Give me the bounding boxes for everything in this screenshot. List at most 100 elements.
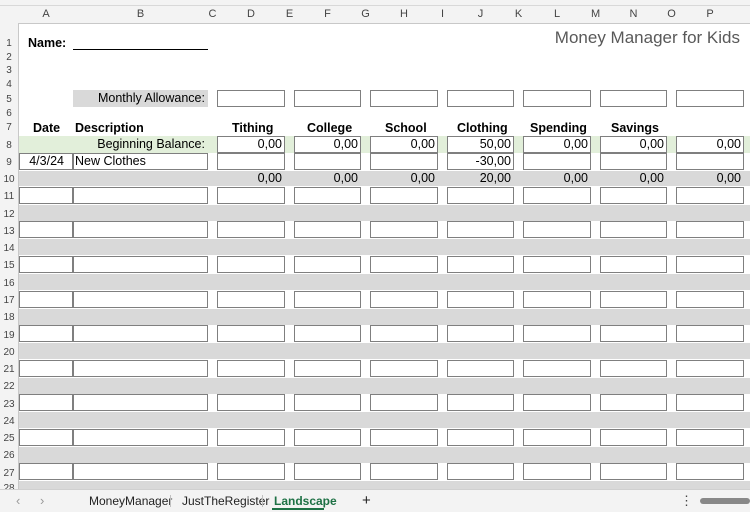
allowance-clothing-input[interactable] [447, 90, 514, 107]
column-header-c[interactable]: C [208, 6, 217, 23]
entry-cell[interactable] [217, 360, 285, 377]
row-header[interactable]: 18 [0, 313, 18, 323]
horizontal-scrollbar[interactable] [700, 498, 750, 504]
row-header[interactable]: 12 [0, 210, 18, 220]
entry-cell[interactable] [447, 325, 514, 342]
entry-cell[interactable] [217, 291, 285, 308]
entry-cell[interactable] [523, 325, 591, 342]
row-header[interactable]: 20 [0, 348, 18, 358]
column-header-k[interactable]: K [514, 6, 523, 23]
entry-cell[interactable] [294, 360, 361, 377]
entry-cell[interactable] [294, 221, 361, 238]
column-header-i[interactable]: I [438, 6, 447, 23]
transaction-p-cell[interactable] [676, 153, 744, 170]
allowance-savings-input[interactable] [600, 90, 667, 107]
entry-cell[interactable] [600, 394, 667, 411]
entry-cell[interactable] [523, 394, 591, 411]
entry-cell[interactable] [447, 360, 514, 377]
entry-cell[interactable] [676, 463, 744, 480]
row-header[interactable]: 2 [0, 53, 18, 63]
entry-cell[interactable] [600, 360, 667, 377]
entry-cell[interactable] [523, 291, 591, 308]
chevron-right-icon[interactable]: › [40, 490, 44, 512]
entry-cell[interactable] [676, 187, 744, 204]
entry-cell[interactable] [523, 360, 591, 377]
row-header[interactable]: 26 [0, 451, 18, 461]
entry-cell[interactable] [523, 429, 591, 446]
name-field[interactable] [73, 49, 208, 50]
column-header-n[interactable]: N [600, 6, 667, 23]
entry-cell[interactable] [600, 221, 667, 238]
column-header-b[interactable]: B [73, 6, 208, 23]
column-header-d[interactable]: D [217, 6, 285, 23]
row-header[interactable]: 11 [0, 192, 18, 202]
entry-cell[interactable] [676, 256, 744, 273]
entry-cell[interactable] [370, 256, 438, 273]
column-header-o[interactable]: O [667, 6, 676, 23]
row-header[interactable]: 3 [0, 66, 18, 76]
row-header[interactable]: 5 [0, 95, 18, 105]
row-header[interactable]: 27 [0, 469, 18, 479]
entry-cell[interactable] [217, 429, 285, 446]
entry-cell[interactable] [73, 394, 208, 411]
column-header-j[interactable]: J [447, 6, 514, 23]
entry-cell[interactable] [294, 187, 361, 204]
entry-cell[interactable] [19, 325, 73, 342]
entry-cell[interactable] [19, 360, 73, 377]
entry-cell[interactable] [294, 429, 361, 446]
entry-cell[interactable] [676, 291, 744, 308]
entry-cell[interactable] [73, 221, 208, 238]
entry-cell[interactable] [600, 291, 667, 308]
row-header[interactable]: 19 [0, 331, 18, 341]
entry-cell[interactable] [294, 325, 361, 342]
entry-cell[interactable] [294, 463, 361, 480]
row-header[interactable]: 8 [0, 141, 18, 151]
row-header[interactable]: 25 [0, 434, 18, 444]
entry-cell[interactable] [19, 291, 73, 308]
row-header[interactable]: 13 [0, 227, 18, 237]
column-header-m[interactable]: M [591, 6, 600, 23]
entry-cell[interactable] [73, 187, 208, 204]
row-header[interactable]: 4 [0, 80, 18, 90]
chevron-left-icon[interactable]: ‹ [16, 490, 20, 512]
entry-cell[interactable] [19, 394, 73, 411]
entry-cell[interactable] [447, 291, 514, 308]
entry-cell[interactable] [370, 394, 438, 411]
entry-cell[interactable] [217, 463, 285, 480]
row-header[interactable]: 21 [0, 365, 18, 375]
row-header[interactable]: 10 [0, 175, 18, 185]
entry-cell[interactable] [73, 325, 208, 342]
entry-cell[interactable] [676, 221, 744, 238]
entry-cell[interactable] [370, 325, 438, 342]
row-header[interactable]: 9 [0, 158, 18, 168]
more-options-icon[interactable]: ⋮ [680, 490, 693, 512]
entry-cell[interactable] [447, 463, 514, 480]
entry-cell[interactable] [600, 463, 667, 480]
allowance-p-input[interactable] [676, 90, 744, 107]
transaction-school-cell[interactable] [370, 153, 438, 170]
add-sheet-button[interactable]: + [362, 490, 371, 512]
entry-cell[interactable] [447, 256, 514, 273]
entry-cell[interactable] [523, 256, 591, 273]
row-header[interactable]: 1 [0, 39, 18, 49]
entry-cell[interactable] [600, 187, 667, 204]
entry-cell[interactable] [217, 187, 285, 204]
column-header-l[interactable]: L [523, 6, 591, 23]
tab-justtheregister[interactable]: JustTheRegister [182, 490, 269, 512]
entry-cell[interactable] [217, 256, 285, 273]
entry-cell[interactable] [600, 325, 667, 342]
entry-cell[interactable] [600, 256, 667, 273]
allowance-spending-input[interactable] [523, 90, 591, 107]
entry-cell[interactable] [523, 187, 591, 204]
entry-cell[interactable] [73, 256, 208, 273]
row-header[interactable]: 24 [0, 417, 18, 427]
row-header[interactable]: 7 [0, 123, 18, 133]
transaction-savings-cell[interactable] [600, 153, 667, 170]
column-header-f[interactable]: F [294, 6, 361, 23]
entry-cell[interactable] [600, 429, 667, 446]
column-header-a[interactable]: A [19, 6, 73, 23]
entry-cell[interactable] [447, 187, 514, 204]
column-header-h[interactable]: H [370, 6, 438, 23]
entry-cell[interactable] [370, 187, 438, 204]
entry-cell[interactable] [676, 360, 744, 377]
